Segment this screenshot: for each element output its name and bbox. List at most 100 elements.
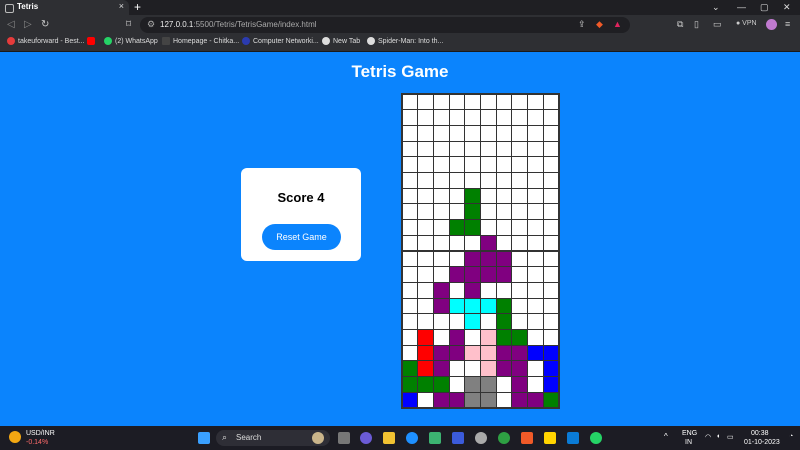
profile-avatar[interactable] — [766, 19, 777, 30]
board-cell — [402, 94, 418, 110]
tab-search-icon[interactable]: ⌄ — [712, 0, 720, 15]
volume-icon[interactable]: ◖ — [716, 433, 720, 440]
vscode-icon[interactable] — [567, 432, 579, 444]
board-cell — [449, 125, 465, 141]
bookmark-new-tab[interactable]: New Tab — [322, 37, 360, 45]
board-cell — [543, 267, 559, 282]
brave-icon[interactable] — [521, 432, 533, 444]
vpn-button[interactable]: ● VPN — [736, 20, 757, 27]
maximize-button[interactable]: ▢ — [760, 0, 769, 15]
bookmark-computer-networking[interactable]: Computer Networki... — [242, 37, 319, 45]
board-cell — [481, 204, 496, 220]
app-icon[interactable] — [452, 432, 464, 444]
sticky-notes-icon[interactable] — [544, 432, 556, 444]
meet-icon[interactable] — [360, 432, 372, 444]
board-cell — [496, 110, 512, 125]
bookmark-takeuforward[interactable]: takeuforward - Best... — [7, 37, 85, 45]
board-cell — [449, 267, 465, 282]
address-bar[interactable]: ⚙ 127.0.0.1:5500/Tetris/TetrisGame/index… — [140, 17, 630, 33]
board-cell — [402, 392, 418, 408]
bookmark-youtube[interactable] — [87, 37, 98, 45]
board-cell — [512, 345, 528, 361]
board-cell — [402, 157, 418, 172]
tab-title: Tetris — [17, 2, 39, 11]
globe-icon — [322, 37, 330, 45]
tray-overflow-icon[interactable]: ^ — [664, 432, 668, 441]
board-cell — [449, 345, 465, 361]
course-icon — [242, 37, 250, 45]
edge-icon[interactable] — [406, 432, 418, 444]
language-bottom[interactable]: IN — [685, 439, 692, 446]
board-cell — [543, 392, 559, 408]
board-cell — [433, 157, 449, 172]
new-tab-button[interactable]: + — [134, 0, 141, 15]
forward-icon[interactable]: ▷ — [24, 19, 32, 30]
store-icon[interactable] — [429, 432, 441, 444]
address-toolbar: ◁ ▷ ↻ ⌑ ⚙ 127.0.0.1:5500/Tetris/TetrisGa… — [0, 15, 800, 35]
board-cell — [496, 220, 512, 235]
url-path: :5500/Tetris/TetrisGame/index.html — [193, 20, 317, 29]
board-cell — [528, 173, 543, 188]
bookmark-icon[interactable]: ⌑ — [126, 19, 131, 30]
board-cell — [481, 157, 496, 172]
wallet-icon[interactable]: ▭ — [713, 19, 722, 30]
board-cell — [433, 298, 449, 314]
board-cell — [543, 141, 559, 157]
windows-start-icon[interactable] — [198, 432, 210, 444]
close-window-button[interactable]: ✕ — [783, 0, 791, 15]
back-icon[interactable]: ◁ — [7, 19, 15, 30]
board-cell — [449, 282, 465, 298]
share-icon[interactable]: ⇪ — [578, 19, 586, 30]
xbox-icon[interactable] — [498, 432, 510, 444]
board-cell — [402, 251, 418, 267]
bookmark-chitkara[interactable]: Homepage - Chitka... — [162, 37, 239, 45]
battery-icon[interactable]: ▭ — [727, 433, 734, 441]
wifi-icon[interactable]: ◠ — [705, 433, 711, 441]
bookmark-spider-man[interactable]: Spider-Man: Into th... — [367, 37, 443, 45]
board-cell — [481, 345, 496, 361]
board-cell — [481, 220, 496, 235]
board-cell — [402, 345, 418, 361]
menu-icon[interactable]: ≡ — [785, 19, 790, 29]
board-cell — [512, 157, 528, 172]
board-cell — [543, 157, 559, 172]
board-cell — [512, 188, 528, 204]
reset-game-button[interactable]: Reset Game — [262, 224, 341, 250]
extensions-icon[interactable]: ⧉ — [677, 19, 683, 30]
board-cell — [496, 330, 512, 345]
board-cell — [433, 251, 449, 267]
board-cell — [528, 345, 543, 361]
tab-close-icon[interactable]: × — [119, 1, 124, 11]
board-cell — [465, 298, 480, 314]
weather-widget-icon[interactable] — [9, 431, 21, 443]
brave-rewards-icon[interactable]: ▲ — [613, 19, 622, 29]
bookmark-whatsapp[interactable]: (2) WhatsApp — [104, 37, 158, 45]
board-cell — [496, 141, 512, 157]
board-cell — [465, 110, 480, 125]
board-cell — [465, 330, 480, 345]
board-cell — [449, 330, 465, 345]
board-cell — [543, 251, 559, 267]
board-cell — [528, 282, 543, 298]
clock-date[interactable]: 01-10-2023 — [744, 439, 780, 446]
board-cell — [481, 361, 496, 377]
board-cell — [418, 110, 433, 125]
notification-icon[interactable]: ◔ — [789, 433, 793, 440]
site-info-icon[interactable]: ⚙ — [147, 19, 155, 30]
whatsapp-taskbar-icon[interactable] — [590, 432, 602, 444]
board-cell — [465, 94, 480, 110]
tab-tetris[interactable]: Tetris × — [0, 0, 129, 15]
language-top[interactable]: ENG — [682, 430, 697, 437]
file-explorer-icon[interactable] — [383, 432, 395, 444]
board-cell — [433, 110, 449, 125]
minimize-button[interactable]: — — [737, 0, 746, 15]
brave-shield-icon[interactable]: ◆ — [596, 19, 603, 30]
board-cell — [496, 94, 512, 110]
github-icon[interactable] — [475, 432, 487, 444]
task-view-icon[interactable] — [338, 432, 350, 444]
taskbar-search[interactable]: ⌕ Search — [216, 430, 330, 446]
board-cell — [528, 267, 543, 282]
reload-icon[interactable]: ↻ — [41, 19, 49, 30]
clock-time[interactable]: 00:38 — [751, 430, 769, 437]
sidebar-icon[interactable]: ▯ — [694, 19, 699, 30]
